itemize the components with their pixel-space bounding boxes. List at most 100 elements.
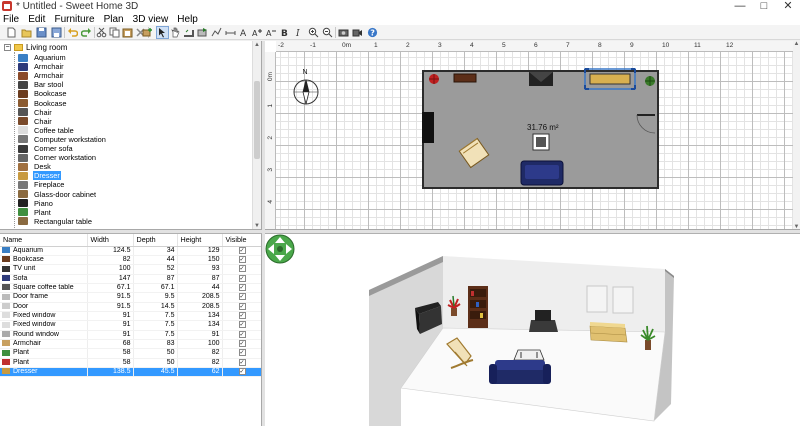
minimize-button[interactable]: — (728, 0, 752, 13)
add-furniture-icon[interactable] (142, 27, 153, 38)
catalog-item[interactable]: Bookcase (18, 89, 67, 98)
visible-checkbox[interactable]: ✓ (238, 246, 246, 254)
table-row[interactable]: Aquarium 124.5 34 129 ✓ (0, 246, 261, 256)
column-header-height[interactable]: Height (177, 234, 223, 247)
table-row[interactable]: TV unit 100 52 93 ✓ (0, 264, 261, 275)
catalog-item[interactable]: Rectangular table (18, 217, 93, 226)
plan-armchair[interactable] (458, 137, 490, 169)
catalog-item[interactable]: Plant (18, 208, 52, 217)
create-labels-icon[interactable]: A (239, 27, 250, 38)
select-mode-icon[interactable] (156, 26, 169, 39)
redo-icon[interactable] (81, 27, 92, 38)
3d-dresser[interactable] (589, 322, 628, 343)
table-row[interactable]: Fixed window 91 7.5 134 ✓ (0, 320, 261, 331)
column-header-depth[interactable]: Depth (133, 234, 178, 247)
table-row[interactable]: Square coffee table 67.1 67.1 44 ✓ (0, 283, 261, 294)
table-row[interactable]: Sofa 147 87 87 ✓ (0, 274, 261, 284)
plan-plant-red[interactable] (429, 74, 439, 84)
visible-checkbox[interactable]: ✓ (238, 339, 246, 347)
visible-checkbox[interactable]: ✓ (238, 274, 246, 282)
plan-dresser-selected[interactable] (584, 68, 636, 90)
paste-icon[interactable] (122, 27, 133, 38)
table-row[interactable]: Plant 58 50 82 ✓ (0, 358, 261, 368)
catalog-item[interactable]: Armchair (18, 62, 65, 71)
scrollbar-thumb[interactable] (254, 81, 260, 159)
plan-view[interactable]: -2-10m123456789101112 0m12345 (265, 41, 800, 230)
create-dimensions-icon[interactable] (225, 27, 236, 38)
visible-checkbox[interactable]: ✓ (238, 293, 246, 301)
help-icon[interactable]: ? (367, 27, 378, 38)
table-row[interactable]: Fixed window 91 7.5 134 ✓ (0, 311, 261, 322)
table-row[interactable]: Dresser 138.5 45.5 62 ✓ (0, 367, 261, 378)
catalog-item[interactable]: Chair (18, 108, 53, 117)
3d-navigation-arrows[interactable] (265, 234, 295, 264)
maximize-button[interactable]: □ (752, 0, 776, 13)
bold-text-icon[interactable]: B (280, 27, 291, 38)
catalog-item[interactable]: Desk (18, 162, 52, 171)
visible-checkbox[interactable]: ✓ (238, 330, 246, 338)
create-polylines-icon[interactable] (211, 27, 222, 38)
undo-icon[interactable] (67, 27, 78, 38)
copy-icon[interactable] (109, 27, 120, 38)
furniture-catalog-tree[interactable]: − Living room Aquarium Armchair Armchair Ba… (0, 41, 262, 230)
zoom-out-icon[interactable] (322, 27, 333, 38)
catalog-item[interactable]: Glass-door cabinet (18, 190, 97, 199)
visible-checkbox[interactable]: ✓ (238, 302, 246, 310)
catalog-item[interactable]: Piano (18, 199, 54, 208)
catalog-item[interactable]: Fireplace (18, 180, 65, 189)
visible-checkbox[interactable]: ✓ (238, 367, 246, 375)
create-rooms-icon[interactable] (197, 27, 208, 38)
create-photo-icon[interactable] (338, 27, 349, 38)
plan-coffee-table[interactable] (532, 133, 550, 151)
visible-checkbox[interactable]: ✓ (238, 358, 246, 366)
scroll-up-icon[interactable]: ▲ (254, 42, 260, 48)
create-walls-icon[interactable] (183, 27, 194, 38)
catalog-item[interactable]: Bar stool (18, 80, 64, 89)
catalog-item[interactable]: Armchair (18, 71, 65, 80)
column-header-visible[interactable]: Visible (222, 234, 261, 247)
plan-sofa[interactable] (520, 160, 564, 186)
plan-bookcase[interactable] (453, 73, 477, 83)
increase-text-icon[interactable]: A (252, 27, 263, 38)
visible-checkbox[interactable]: ✓ (238, 321, 246, 329)
new-home-icon[interactable] (6, 27, 17, 38)
3d-bookcase[interactable] (468, 286, 488, 328)
catalog-item[interactable]: Corner sofa (18, 144, 74, 153)
collapse-icon[interactable]: − (4, 44, 11, 51)
table-row[interactable]: Plant 58 50 82 ✓ (0, 348, 261, 359)
visible-checkbox[interactable]: ✓ (238, 265, 246, 273)
italic-text-icon[interactable]: I (294, 27, 305, 38)
scroll-up-icon[interactable]: ▲ (793, 41, 800, 47)
visible-checkbox[interactable]: ✓ (238, 311, 246, 319)
plan-plant-green[interactable] (645, 76, 655, 86)
column-header-name[interactable]: Name (0, 234, 88, 247)
table-row[interactable]: Round window 91 7.5 91 ✓ (0, 330, 261, 340)
3d-sofa[interactable] (489, 360, 551, 384)
create-video-icon[interactable] (352, 27, 363, 38)
catalog-item[interactable]: Computer workstation (18, 135, 107, 144)
save-icon[interactable] (36, 27, 47, 38)
visible-checkbox[interactable]: ✓ (238, 283, 246, 291)
catalog-category-living-room[interactable]: − Living room (4, 43, 67, 52)
catalog-item[interactable]: Dresser (18, 171, 61, 181)
catalog-scrollbar[interactable]: ▲ ▼ (252, 41, 261, 229)
save-as-icon[interactable] (51, 27, 62, 38)
cut-icon[interactable] (96, 27, 107, 38)
table-row[interactable]: Door frame 91.5 9.5 208.5 ✓ (0, 292, 261, 303)
table-row[interactable]: Door 91.5 14.5 208.5 ✓ (0, 302, 261, 312)
table-row[interactable]: Bookcase 82 44 150 ✓ (0, 255, 261, 266)
plan-piano[interactable] (422, 112, 434, 143)
compass-rose[interactable]: N (292, 66, 320, 106)
close-button[interactable]: ✕ (776, 0, 800, 13)
visible-checkbox[interactable]: ✓ (238, 349, 246, 357)
plan-scrollbar[interactable]: ▲ ▼ (793, 41, 800, 229)
scroll-down-icon[interactable]: ▼ (254, 223, 260, 229)
column-header-width[interactable]: Width (87, 234, 134, 247)
catalog-item[interactable]: Chair (18, 117, 53, 126)
catalog-item[interactable]: Aquarium (18, 53, 67, 62)
pan-mode-icon[interactable] (170, 27, 181, 38)
catalog-item[interactable]: Corner workstation (18, 153, 97, 162)
decrease-text-icon[interactable]: A (266, 27, 277, 38)
zoom-in-icon[interactable] (308, 27, 319, 38)
table-row[interactable]: Armchair 68 83 100 ✓ (0, 339, 261, 350)
